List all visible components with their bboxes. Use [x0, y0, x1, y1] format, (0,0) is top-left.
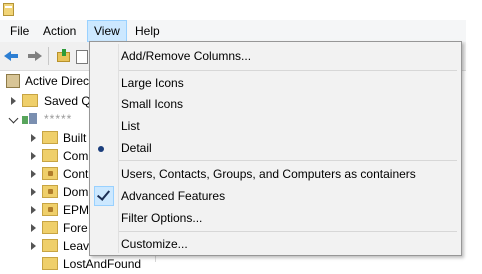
tree-item-label: Com: [63, 149, 89, 163]
folder-icon: [22, 94, 38, 107]
menu-item-customize[interactable]: Customize...: [121, 234, 188, 254]
arrow-right-icon[interactable]: [26, 48, 42, 64]
folder-icon: [42, 131, 58, 144]
view-menu-dropdown: Add/Remove Columns... Large Icons Small …: [89, 41, 462, 256]
tree-item-label: Leav: [63, 239, 90, 253]
console-tree-icon[interactable]: [76, 48, 88, 64]
menu-gutter: [118, 44, 119, 253]
chevron-right-icon[interactable]: [31, 206, 36, 214]
menu-item-filter-options[interactable]: Filter Options...: [121, 208, 202, 228]
menu-separator: [119, 231, 457, 232]
tree-item-child[interactable]: LostAndFound: [0, 254, 154, 274]
menu-separator: [119, 160, 457, 161]
tree-item-label: Cont: [63, 167, 89, 181]
arrow-left-icon[interactable]: [4, 48, 20, 64]
chevron-right-icon[interactable]: [11, 97, 16, 105]
tree-item-label: EPM: [63, 203, 90, 217]
organizational-unit-icon: [42, 185, 58, 198]
folder-icon: [42, 149, 58, 162]
folder-icon: [42, 257, 58, 270]
tree-item-label: LostAndFound: [63, 257, 142, 271]
organizational-unit-icon: [42, 167, 58, 180]
menu-item-advanced-features[interactable]: Advanced Features: [121, 186, 225, 206]
checkmark-icon: [94, 186, 114, 206]
menu-action[interactable]: Action: [37, 20, 82, 42]
tree-item-label: Dom: [63, 185, 89, 199]
organizational-unit-icon: [42, 203, 58, 216]
tree-item-label: *****: [44, 112, 73, 126]
chevron-right-icon[interactable]: [31, 134, 36, 142]
chevron-right-icon[interactable]: [31, 188, 36, 196]
menu-bar: File Action View Help: [0, 20, 466, 42]
chevron-right-icon[interactable]: [31, 224, 36, 232]
tree-item-label: Active Direc: [25, 74, 90, 88]
chevron-right-icon[interactable]: [31, 170, 36, 178]
tree-item-label: Fore: [63, 221, 88, 235]
menu-item-large-icons[interactable]: Large Icons: [121, 73, 184, 93]
window-edge: [466, 0, 482, 262]
menu-item-list[interactable]: List: [121, 116, 140, 136]
folder-icon: [42, 239, 58, 252]
menu-item-detail[interactable]: Detail: [121, 138, 152, 158]
folder-up-icon[interactable]: [56, 48, 72, 64]
chevron-right-icon[interactable]: [31, 152, 36, 160]
menu-help[interactable]: Help: [129, 20, 166, 42]
checkmark-glyph: [96, 187, 111, 201]
menu-separator: [119, 70, 457, 71]
menu-view[interactable]: View: [87, 20, 127, 42]
menu-item-containers[interactable]: Users, Contacts, Groups, and Computers a…: [121, 164, 416, 184]
chevron-down-icon[interactable]: [8, 113, 19, 124]
chevron-right-icon[interactable]: [31, 242, 36, 250]
folder-icon: [42, 221, 58, 234]
active-directory-icon: [6, 74, 20, 88]
toolbar-separator: [48, 47, 49, 65]
menu-item-small-icons[interactable]: Small Icons: [121, 94, 183, 114]
tree-item-label: Saved Q: [44, 94, 91, 108]
app-icon: [3, 3, 14, 16]
tree-item-label: Built: [63, 131, 87, 145]
radio-selected-icon: [98, 146, 104, 152]
domain-icon: [22, 112, 38, 126]
title-bar: [0, 0, 466, 20]
menu-file[interactable]: File: [4, 20, 35, 42]
menu-item-add-remove-columns[interactable]: Add/Remove Columns...: [121, 46, 251, 66]
